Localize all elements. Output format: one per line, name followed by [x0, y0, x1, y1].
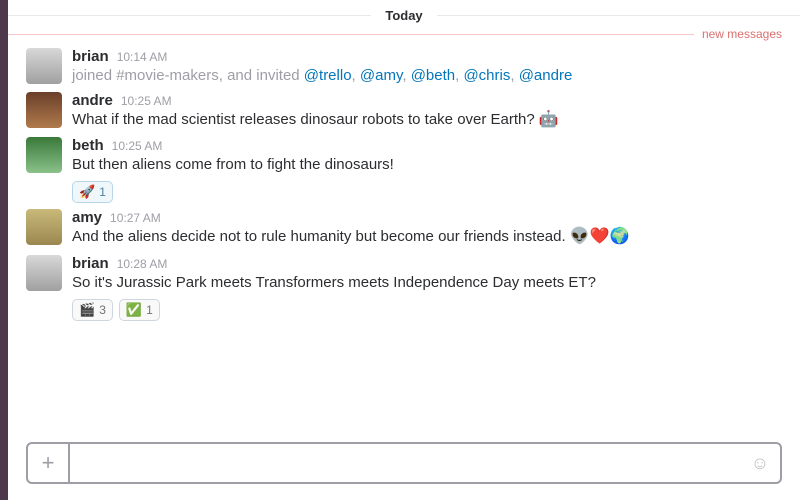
mention[interactable]: @amy: [360, 67, 402, 84]
message-body: beth 10:25 AM But then aliens come from …: [72, 137, 782, 203]
message-body: amy 10:27 AM And the aliens decide not t…: [72, 209, 782, 248]
sender-name[interactable]: beth: [72, 137, 104, 154]
avatar[interactable]: [26, 209, 62, 245]
sender-name[interactable]: amy: [72, 209, 102, 226]
emoji-button[interactable]: ☺: [740, 444, 780, 482]
system-prefix: joined: [72, 67, 116, 84]
system-message: joined #movie-makers, and invited @trell…: [72, 65, 782, 86]
new-messages-divider: new messages: [8, 27, 800, 41]
avatar[interactable]: [26, 92, 62, 128]
message-text: But then aliens come from to fight the d…: [72, 154, 782, 175]
attach-button[interactable]: +: [28, 444, 70, 482]
new-messages-line: [8, 34, 694, 35]
rocket-icon: 🚀: [79, 184, 95, 200]
app-left-bar: [0, 0, 8, 500]
message-text: What if the mad scientist releases dinos…: [72, 109, 782, 131]
avatar[interactable]: [26, 255, 62, 291]
reaction[interactable]: 🎬 3: [72, 299, 113, 321]
message-body: brian 10:28 AM So it's Jurassic Park mee…: [72, 255, 782, 321]
timestamp: 10:14 AM: [117, 50, 168, 64]
date-divider-label: Today: [371, 8, 436, 23]
composer: + ☺: [26, 442, 782, 484]
channel-name[interactable]: #movie-makers: [116, 67, 219, 84]
smile-icon: ☺: [751, 453, 769, 474]
date-divider: Today: [8, 0, 800, 29]
reaction-count: 3: [99, 303, 106, 317]
timestamp: 10:25 AM: [112, 139, 163, 153]
avatar[interactable]: [26, 137, 62, 173]
reaction-count: 1: [99, 185, 106, 199]
message: brian 10:14 AM joined #movie-makers, and…: [26, 45, 782, 89]
robot-emoji: 🤖: [539, 111, 559, 128]
message-text: And the aliens decide not to rule humani…: [72, 226, 782, 248]
new-messages-label: new messages: [694, 27, 800, 41]
avatar[interactable]: [26, 48, 62, 84]
main-area: Today new messages brian 10:14 AM joined…: [8, 0, 800, 500]
inline-emoji: 👽❤️🌍: [570, 228, 630, 245]
message-list[interactable]: brian 10:14 AM joined #movie-makers, and…: [8, 45, 800, 432]
mention[interactable]: @trello: [304, 67, 352, 84]
mention[interactable]: @andre: [519, 67, 573, 84]
timestamp: 10:27 AM: [110, 211, 161, 225]
system-mid: , and invited: [219, 67, 304, 84]
reaction[interactable]: ✅ 1: [119, 299, 160, 321]
sender-name[interactable]: brian: [72, 48, 109, 65]
timestamp: 10:28 AM: [117, 257, 168, 271]
message-input[interactable]: [70, 444, 740, 482]
message: brian 10:28 AM So it's Jurassic Park mee…: [26, 252, 782, 324]
message: amy 10:27 AM And the aliens decide not t…: [26, 206, 782, 251]
mention[interactable]: @beth: [411, 67, 455, 84]
check-icon: ✅: [126, 302, 142, 318]
message-body: brian 10:14 AM joined #movie-makers, and…: [72, 48, 782, 86]
reaction-count: 1: [146, 303, 153, 317]
plus-icon: +: [42, 450, 55, 476]
message: andre 10:25 AM What if the mad scientist…: [26, 89, 782, 134]
message-text: So it's Jurassic Park meets Transformers…: [72, 272, 782, 293]
reactions: 🎬 3 ✅ 1: [72, 299, 782, 321]
mention[interactable]: @chris: [463, 67, 510, 84]
divider-line: [437, 15, 800, 16]
clapper-icon: 🎬: [79, 302, 95, 318]
message-body: andre 10:25 AM What if the mad scientist…: [72, 92, 782, 131]
reaction[interactable]: 🚀 1: [72, 181, 113, 203]
timestamp: 10:25 AM: [121, 94, 172, 108]
sender-name[interactable]: brian: [72, 255, 109, 272]
divider-line: [8, 15, 371, 16]
reactions: 🚀 1: [72, 181, 782, 203]
message: beth 10:25 AM But then aliens come from …: [26, 134, 782, 206]
sender-name[interactable]: andre: [72, 92, 113, 109]
composer-area: + ☺: [8, 432, 800, 500]
